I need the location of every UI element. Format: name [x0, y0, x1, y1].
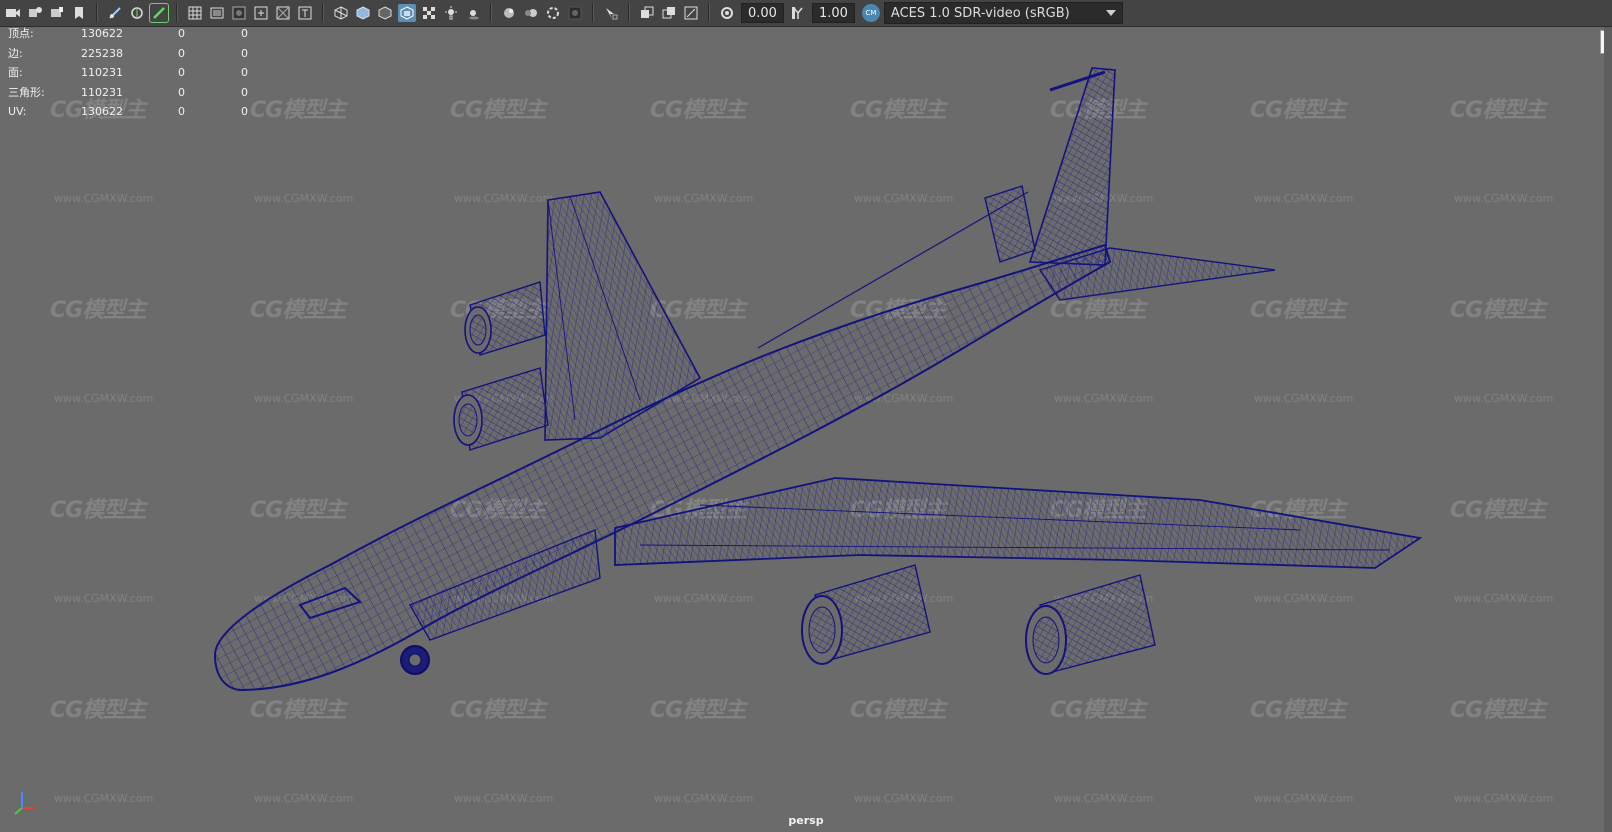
smooth-shading-icon[interactable] [354, 4, 372, 22]
stat-label: 三角形: [8, 85, 45, 99]
stat-row: 面: 110231 0 0 [8, 63, 268, 83]
toolbar-separator [96, 4, 98, 22]
stat-value: 0 [241, 105, 248, 118]
stat-value: 0 [178, 105, 185, 118]
exposure-icon[interactable] [718, 4, 736, 22]
shadows-icon[interactable] [464, 4, 482, 22]
view-transform-dropdown[interactable]: ACES 1.0 SDR-video (sRGB) [883, 2, 1123, 24]
stat-value: 130622 [81, 105, 123, 118]
motion-blur-icon[interactable] [522, 4, 540, 22]
safe-title-icon[interactable] [296, 4, 314, 22]
stat-value: 0 [241, 85, 248, 99]
2d-pan-zoom-icon[interactable] [106, 4, 124, 22]
stat-row: 三角形: 110231 0 0 [8, 83, 268, 103]
axis-gizmo-icon [14, 792, 36, 815]
gate-mask-icon[interactable] [252, 4, 270, 22]
chevron-down-icon [1105, 10, 1116, 16]
3d-viewport[interactable]: CG模型主 www.CGMXW.com CG模型主 www.CGMXW.com CG模型… [0, 0, 1612, 832]
field-chart-icon[interactable] [274, 4, 292, 22]
stat-value: 0 [178, 46, 185, 60]
isolate-select-icon[interactable] [602, 4, 620, 22]
stat-value: 110231 [81, 85, 123, 99]
far-engine-lower [453, 367, 549, 451]
stat-value: 110231 [81, 66, 123, 79]
stat-value: 0 [241, 46, 248, 60]
camera-attributes-icon[interactable] [26, 4, 44, 22]
viewport-toolbar: 0.00 1.00 CM ACES 1.0 SDR-video (sRGB) [0, 0, 1612, 27]
vertical-stabilizer [984, 67, 1116, 266]
gamma-icon[interactable] [789, 4, 807, 22]
nose-gear [400, 645, 430, 675]
poly-count-hud: 顶点: 130622 0 0 边: 225238 0 0 面: 110231 0 0 三角形: 11023… [8, 24, 268, 122]
image-plane-icon[interactable] [70, 4, 88, 22]
grease-pencil-icon[interactable] [128, 4, 146, 22]
xray-icon[interactable] [398, 4, 416, 22]
aircraft-wireframe[interactable] [0, 0, 1612, 832]
camera-icon[interactable] [4, 4, 22, 22]
stat-label: 边: [8, 46, 23, 60]
lights-icon[interactable] [442, 4, 460, 22]
wireframe-on-shaded-icon[interactable] [376, 4, 394, 22]
toolbar-separator [708, 4, 710, 22]
xray-joints-icon[interactable] [638, 4, 656, 22]
backface-culling-icon[interactable] [682, 4, 700, 22]
stat-row: UV: 130622 0 0 [8, 102, 268, 122]
stat-value: 225238 [81, 46, 123, 60]
grid-icon[interactable] [186, 4, 204, 22]
stat-label: 面: [8, 66, 23, 79]
screen-space-ao-icon[interactable] [500, 4, 518, 22]
gamma-field[interactable]: 1.00 [811, 3, 855, 23]
toolbar-separator [628, 4, 630, 22]
toolbar-separator [322, 4, 324, 22]
textured-icon[interactable] [420, 4, 438, 22]
camera-name-label: persp [788, 814, 824, 827]
bookmark-icon[interactable] [48, 4, 66, 22]
xray-active-icon[interactable] [660, 4, 678, 22]
stat-value: 0 [178, 66, 185, 79]
stat-row: 边: 225238 0 0 [8, 44, 268, 64]
color-management-icon[interactable]: CM [861, 4, 880, 22]
wireframe-toggle-icon[interactable] [149, 3, 169, 23]
toolbar-separator [490, 4, 492, 22]
near-engine-outer [1025, 574, 1156, 675]
far-engine-upper [464, 281, 546, 356]
near-wing [614, 477, 1423, 569]
anti-aliasing-icon[interactable] [544, 4, 562, 22]
exposure-field[interactable]: 0.00 [741, 3, 784, 23]
toolbar-separator [592, 4, 594, 22]
viewport-scrollbar[interactable] [1604, 26, 1612, 832]
resolution-gate-icon[interactable] [230, 4, 248, 22]
film-gate-icon[interactable] [208, 4, 226, 22]
stat-value: 0 [241, 66, 248, 79]
stat-label: UV: [8, 105, 27, 118]
toolbar-separator [176, 4, 178, 22]
view-transform-value: ACES 1.0 SDR-video (sRGB) [890, 5, 1070, 21]
stat-value: 0 [178, 85, 185, 99]
near-engine-inner [801, 564, 931, 665]
depth-of-field-icon[interactable] [566, 4, 584, 22]
wireframe-shading-icon[interactable] [332, 4, 350, 22]
